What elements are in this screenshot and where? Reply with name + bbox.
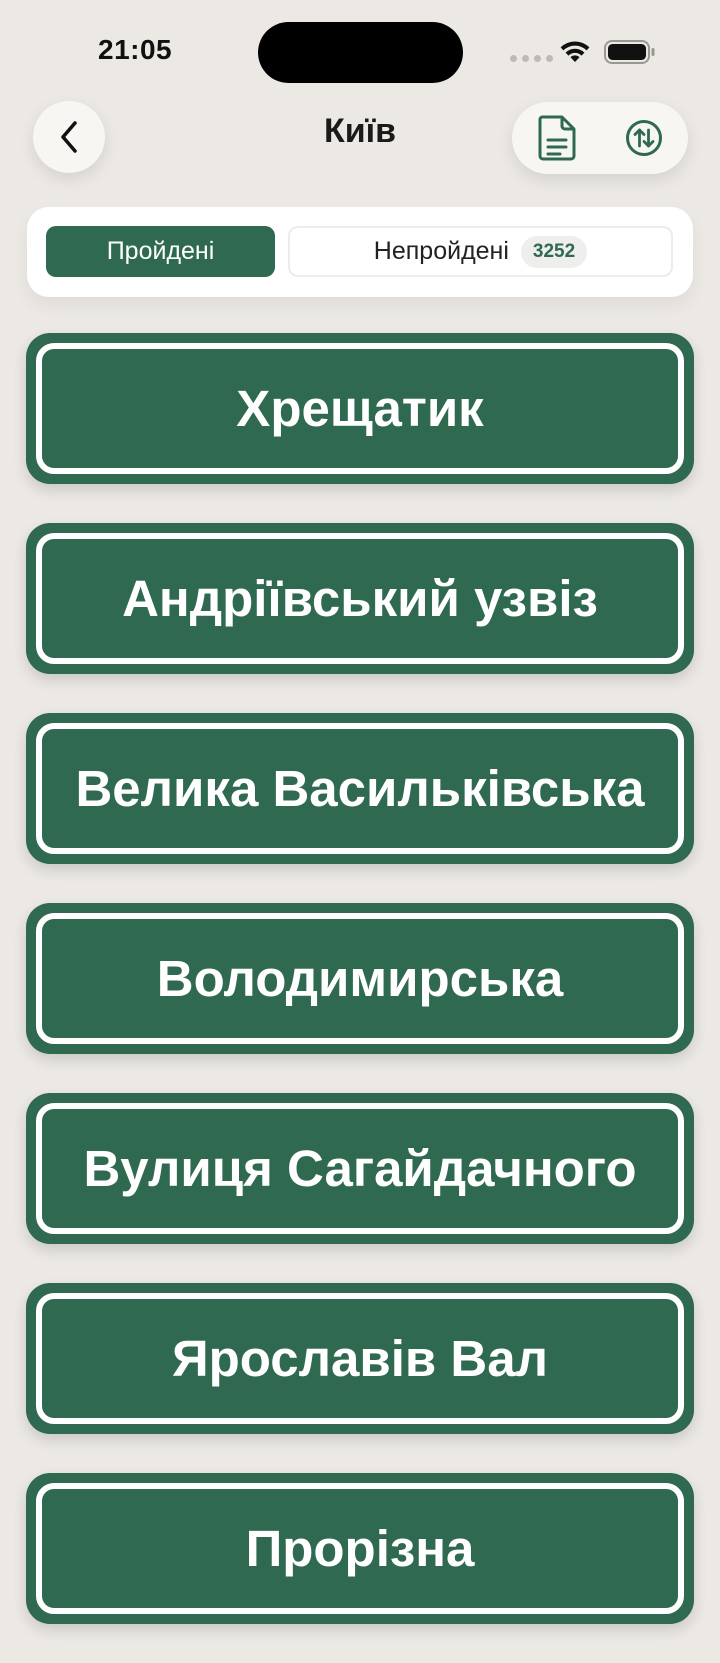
street-sign-frame: Велика Васильківська	[36, 723, 684, 854]
street-sign-frame: Прорізна	[36, 1483, 684, 1614]
street-sign-frame: Володимирська	[36, 913, 684, 1044]
unpassed-count-badge: 3252	[520, 235, 588, 268]
street-card[interactable]: Ярославів Вал	[26, 1283, 694, 1434]
street-sign-frame: Ярославів Вал	[36, 1293, 684, 1424]
street-name: Ярославів Вал	[171, 1330, 549, 1387]
street-list: Хрещатик Андріївський узвіз Велика Васил…	[26, 333, 694, 1663]
filter-segmented-control: Пройдені Непройдені 3252	[27, 207, 693, 297]
street-name: Хрещатик	[236, 380, 484, 437]
street-card[interactable]: Прорізна	[26, 1473, 694, 1624]
signal-dots-icon	[510, 55, 553, 62]
street-name: Володимирська	[156, 950, 564, 1007]
street-sign-frame: Хрещатик	[36, 343, 684, 474]
status-time: 21:05	[98, 34, 173, 65]
tab-unpassed[interactable]: Непройдені 3252	[288, 226, 673, 277]
sort-arrows-icon	[626, 120, 662, 156]
document-button[interactable]	[532, 112, 582, 164]
street-name: Вулиця Сагайдачного	[83, 1140, 637, 1197]
street-card[interactable]: Велика Васильківська	[26, 713, 694, 864]
street-card[interactable]: Володимирська	[26, 903, 694, 1054]
document-icon	[538, 115, 576, 161]
tab-unpassed-label: Непройдені	[373, 237, 509, 265]
street-sign-frame: Вулиця Сагайдачного	[36, 1103, 684, 1234]
back-button[interactable]	[33, 101, 105, 173]
tab-passed[interactable]: Пройдені	[46, 226, 275, 277]
tab-passed-label: Пройдені	[106, 237, 215, 265]
street-card[interactable]: Хрещатик	[26, 333, 694, 484]
sort-button[interactable]	[620, 114, 668, 162]
chevron-left-icon	[61, 121, 77, 153]
street-name: Прорізна	[245, 1520, 475, 1577]
street-name: Велика Васильківська	[75, 760, 645, 817]
battery-icon	[604, 40, 655, 64]
dynamic-island	[258, 22, 463, 83]
header-actions	[512, 102, 688, 174]
status-bar: 21:05	[0, 0, 720, 100]
street-name: Андріївський узвіз	[122, 570, 598, 627]
street-card[interactable]: Вулиця Сагайдачного	[26, 1093, 694, 1244]
wifi-icon	[560, 41, 590, 62]
street-card[interactable]: Андріївський узвіз	[26, 523, 694, 674]
street-sign-frame: Андріївський узвіз	[36, 533, 684, 664]
